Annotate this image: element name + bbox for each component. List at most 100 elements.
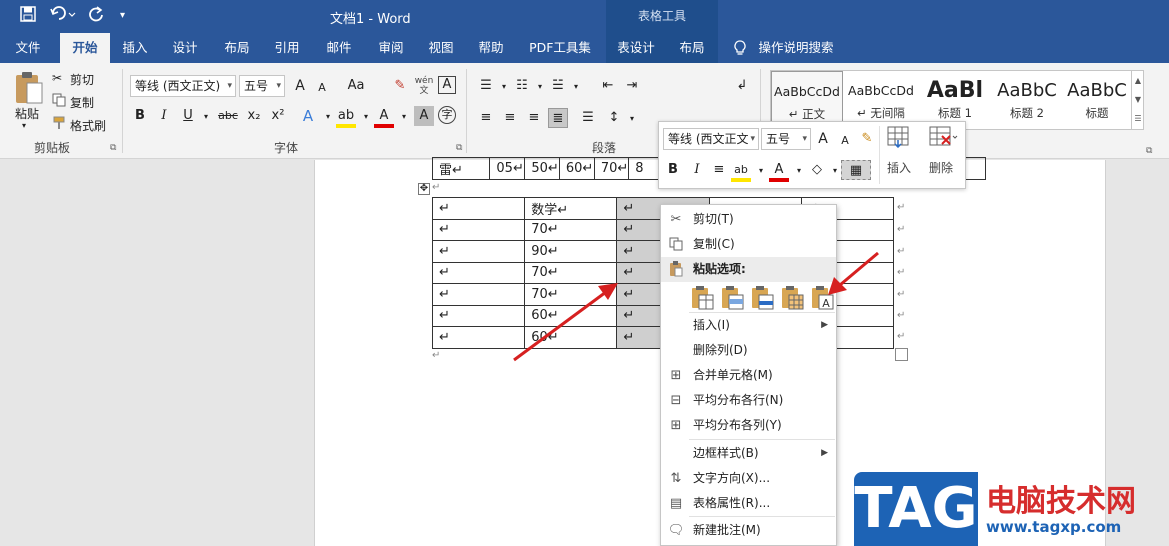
tab-table-design[interactable]: 表设计: [606, 33, 666, 63]
highlight-button[interactable]: ab: [336, 106, 356, 128]
table-cell[interactable]: 50↵: [524, 157, 560, 180]
font-name-combo[interactable]: 等线 (西文正文) ▾: [130, 75, 236, 97]
mini-delete-button[interactable]: 删除: [929, 159, 953, 176]
distribute-icon[interactable]: ☰: [578, 108, 598, 128]
tab-insert[interactable]: 插入: [112, 33, 158, 63]
table-move-handle-icon[interactable]: ✥: [418, 183, 430, 195]
justify-icon[interactable]: ≣: [548, 108, 568, 128]
menu-item-text-direction[interactable]: ⇅ 文字方向(X)...: [661, 466, 836, 491]
align-center-icon[interactable]: ≡: [500, 108, 520, 128]
menu-item-new-comment[interactable]: 🗨 新建批注(M): [661, 518, 836, 543]
menu-item-cut[interactable]: ✂ 剪切(T): [661, 207, 836, 232]
mini-italic-button[interactable]: I: [687, 160, 707, 180]
paste-dropdown-icon[interactable]: ▾: [22, 121, 26, 130]
tab-file[interactable]: 文件: [4, 33, 52, 63]
chevron-down-icon[interactable]: ▾: [789, 161, 809, 181]
menu-item-merge-cells[interactable]: ⊞ 合并单元格(M): [661, 363, 836, 388]
paste-merge-table-icon[interactable]: [721, 285, 745, 311]
bold-button[interactable]: B: [130, 106, 150, 126]
chevron-down-icon[interactable]: ▾: [530, 77, 550, 97]
menu-item-border-styles[interactable]: 边框样式(B) ▶: [661, 441, 836, 466]
table-cell[interactable]: ↵: [431, 261, 526, 284]
paste-icon[interactable]: [14, 71, 44, 108]
mini-grow-font-button[interactable]: A: [813, 129, 833, 149]
menu-item-distribute-columns[interactable]: ⊞ 平均分布各列(Y): [661, 413, 836, 438]
subscript-button[interactable]: x₂: [244, 106, 264, 126]
mini-shrink-font-button[interactable]: A: [835, 131, 855, 151]
paste-keep-text-only-icon[interactable]: A: [811, 285, 835, 311]
paste-nested-table-icon[interactable]: [691, 285, 715, 311]
menu-item-copy[interactable]: 复制(C): [661, 232, 836, 257]
mini-font-size-combo[interactable]: 五号 ▾: [761, 128, 811, 150]
format-painter-icon[interactable]: [52, 116, 66, 133]
mini-font-name-combo[interactable]: 等线 (西文正文 ▾: [663, 128, 759, 150]
menu-item-delete-column[interactable]: 删除列(D): [661, 338, 836, 363]
tab-pdf-tools[interactable]: PDF工具集: [524, 33, 596, 63]
copy-button[interactable]: 复制: [70, 94, 94, 111]
decrease-indent-icon[interactable]: ⇤: [598, 76, 618, 96]
table-cell[interactable]: ↵: [431, 197, 526, 220]
mini-borders-icon[interactable]: ▦: [841, 160, 871, 180]
underline-button[interactable]: U: [178, 106, 198, 126]
chevron-down-icon[interactable]: ▾: [318, 107, 338, 127]
table-cell[interactable]: 60↵: [524, 304, 618, 327]
clear-formatting-icon[interactable]: ✎: [390, 76, 410, 96]
grow-font-button[interactable]: A: [290, 76, 310, 96]
tab-review[interactable]: 审阅: [368, 33, 414, 63]
show-marks-icon[interactable]: ↲: [732, 76, 752, 96]
chevron-down-icon[interactable]: ▾: [751, 161, 771, 181]
font-launcher-icon[interactable]: ⧉: [456, 143, 462, 153]
text-effects-button[interactable]: A: [298, 106, 318, 126]
table-cell[interactable]: 60↵: [524, 326, 618, 349]
change-case-button[interactable]: Aa: [342, 76, 370, 96]
superscript-button[interactable]: x²: [268, 106, 288, 126]
save-icon[interactable]: [20, 6, 36, 26]
tab-layout[interactable]: 布局: [214, 33, 260, 63]
paste-overwrite-cells-icon[interactable]: [781, 285, 805, 311]
mini-format-painter-icon[interactable]: ✎: [857, 129, 877, 149]
table-cell[interactable]: 70↵: [524, 261, 618, 284]
table-cell[interactable]: ↵: [431, 283, 526, 306]
table-cell[interactable]: 70↵: [524, 283, 618, 306]
tab-references[interactable]: 引用: [264, 33, 310, 63]
tab-table-layout[interactable]: 布局: [666, 33, 718, 63]
phonetic-guide-button[interactable]: wén文: [414, 76, 434, 96]
delete-table-icon[interactable]: [929, 126, 959, 151]
paste-button[interactable]: 粘贴: [15, 105, 39, 122]
table-cell[interactable]: 70↵: [524, 218, 618, 241]
style-heading-2[interactable]: AaBbC 标题 2: [991, 71, 1063, 129]
tab-home[interactable]: 开始: [60, 33, 110, 63]
strikethrough-button[interactable]: abc: [214, 106, 242, 126]
enclose-characters-button[interactable]: 字: [438, 106, 456, 124]
paste-insert-rows-icon[interactable]: [751, 285, 775, 311]
scissors-icon[interactable]: ✂: [52, 71, 62, 85]
table-cell[interactable]: 90↵: [524, 240, 618, 263]
mini-highlight-icon[interactable]: ab: [731, 160, 751, 182]
table-cell[interactable]: ↵: [431, 304, 526, 327]
chevron-down-icon[interactable]: ▾: [566, 77, 586, 97]
customize-icon[interactable]: ▾: [120, 10, 125, 21]
bullets-icon[interactable]: ☰: [476, 76, 496, 96]
align-left-icon[interactable]: ≡: [476, 108, 496, 128]
table-cell[interactable]: ↵: [431, 218, 526, 241]
font-color-button[interactable]: A: [374, 106, 394, 128]
undo-icon[interactable]: [50, 6, 76, 26]
tab-mailings[interactable]: 邮件: [316, 33, 362, 63]
menu-item-distribute-rows[interactable]: ⊟ 平均分布各行(N): [661, 388, 836, 413]
chevron-down-icon[interactable]: ▾: [394, 107, 414, 127]
mini-font-color-icon[interactable]: A: [769, 160, 789, 182]
chevron-down-icon[interactable]: ▾: [196, 107, 216, 127]
table-cell[interactable]: 05↵: [489, 157, 526, 180]
mini-bold-button[interactable]: B: [663, 160, 683, 180]
menu-item-insert[interactable]: 插入(I) ▶: [661, 313, 836, 338]
table-cell[interactable]: 60↵: [558, 157, 595, 180]
table-cell[interactable]: ↵: [431, 326, 526, 349]
chevron-down-icon[interactable]: ▾: [356, 107, 376, 127]
tab-help[interactable]: 帮助: [468, 33, 514, 63]
mini-shading-icon[interactable]: ◇: [807, 160, 827, 180]
align-right-icon[interactable]: ≡: [524, 108, 544, 128]
character-shading-button[interactable]: A: [414, 106, 434, 126]
clipboard-launcher-icon[interactable]: ⧉: [110, 143, 116, 153]
table-cell[interactable]: 数学↵: [524, 197, 618, 220]
chevron-down-icon[interactable]: ▾: [622, 109, 642, 129]
